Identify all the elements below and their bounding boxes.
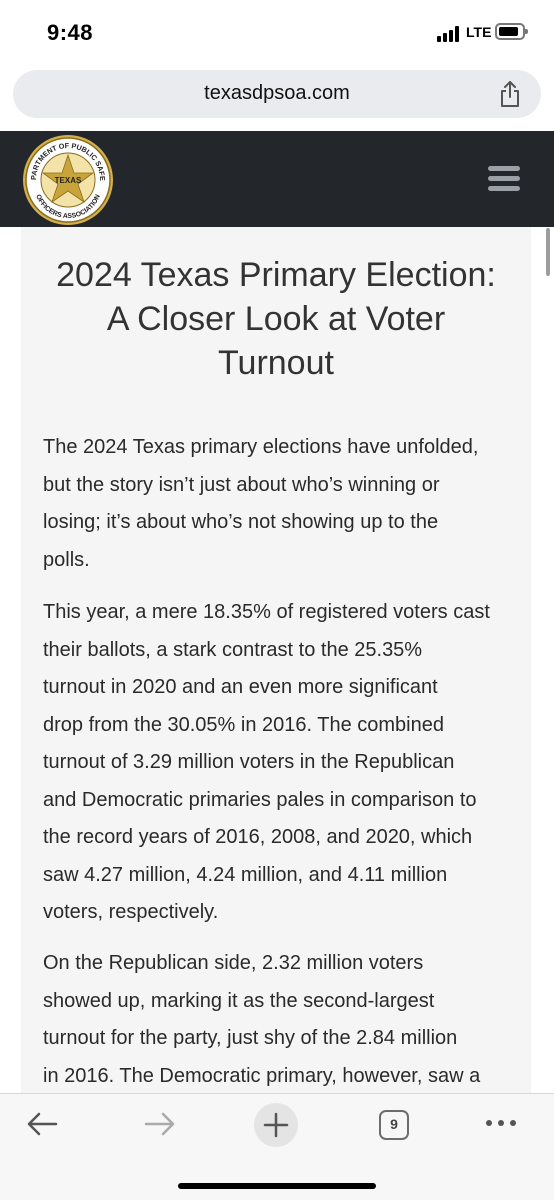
- text-line: in 2016. The Democratic primary, however…: [43, 1064, 481, 1087]
- status-bar: 9:48 LTE: [0, 0, 554, 62]
- text-line: The 2024 Texas primary elections have un…: [43, 436, 479, 458]
- title-line: A Closer Look at Voter: [106, 300, 446, 338]
- article-title: 2024 Texas Primary Election: A Closer Lo…: [45, 253, 507, 385]
- battery-icon: [495, 23, 528, 40]
- status-time: 9:48: [47, 20, 94, 45]
- text-line: their ballots, a stark contrast to the 2…: [43, 638, 423, 661]
- text-line: On the Republican side, 2.32 million vot…: [43, 952, 424, 974]
- text-line: but the story isn’t just about who’s win…: [43, 473, 440, 496]
- new-tab-button[interactable]: [254, 1103, 298, 1147]
- article-paragraph-3: On the Republican side, 2.32 million vot…: [43, 945, 513, 1093]
- cellular-signal-icon: [437, 26, 463, 42]
- share-icon[interactable]: [498, 80, 522, 108]
- back-arrow-icon[interactable]: [26, 1110, 58, 1138]
- address-bar[interactable]: texasdpsoa.com: [13, 70, 541, 118]
- text-line: polls.: [43, 548, 90, 571]
- text-line: turnout in 2020 and an even more signifi…: [43, 676, 438, 698]
- home-indicator[interactable]: [178, 1183, 376, 1189]
- more-dots-icon[interactable]: [484, 1118, 518, 1128]
- text-line: showed up, marking it as the second-larg…: [43, 989, 435, 1012]
- article-content: 2024 Texas Primary Election: A Closer Lo…: [21, 227, 531, 1093]
- text-line: turnout for the party, just shy of the 2…: [43, 1027, 458, 1049]
- text-line: drop from the 30.05% in 2016. The combin…: [43, 713, 444, 736]
- article-paragraph-1: The 2024 Texas primary elections have un…: [43, 429, 513, 579]
- forward-arrow-icon[interactable]: [144, 1110, 176, 1138]
- article-paragraph-2: This year, a mere 18.35% of registered v…: [43, 594, 513, 932]
- text-line: voters, respectively.: [43, 901, 219, 923]
- text-line: and Democratic primaries pales in compar…: [43, 788, 477, 811]
- plus-icon: [263, 1112, 289, 1138]
- network-type: LTE: [466, 24, 492, 40]
- text-line: saw 4.27 million, 4.24 million, and 4.11…: [43, 863, 448, 886]
- text-line: This year, a mere 18.35% of registered v…: [43, 601, 490, 623]
- hamburger-menu-icon[interactable]: [488, 166, 520, 192]
- tabs-count-button[interactable]: 9: [379, 1110, 409, 1140]
- title-line: 2024 Texas Primary Election:: [56, 256, 496, 294]
- text-line: turnout of 3.29 million voters in the Re…: [43, 751, 455, 773]
- text-line: the record years of 2016, 2008, and 2020…: [43, 826, 473, 848]
- url-text[interactable]: texasdpsoa.com: [13, 82, 541, 105]
- logo-center-text: TEXAS: [55, 176, 82, 185]
- page-scrollbar[interactable]: [546, 228, 550, 276]
- dpsoa-logo[interactable]: DEPARTMENT OF PUBLIC SAFETY TEXAS OFFICE…: [22, 134, 114, 226]
- title-line: Turnout: [218, 344, 334, 382]
- text-line: losing; it’s about who’s not showing up …: [43, 511, 439, 533]
